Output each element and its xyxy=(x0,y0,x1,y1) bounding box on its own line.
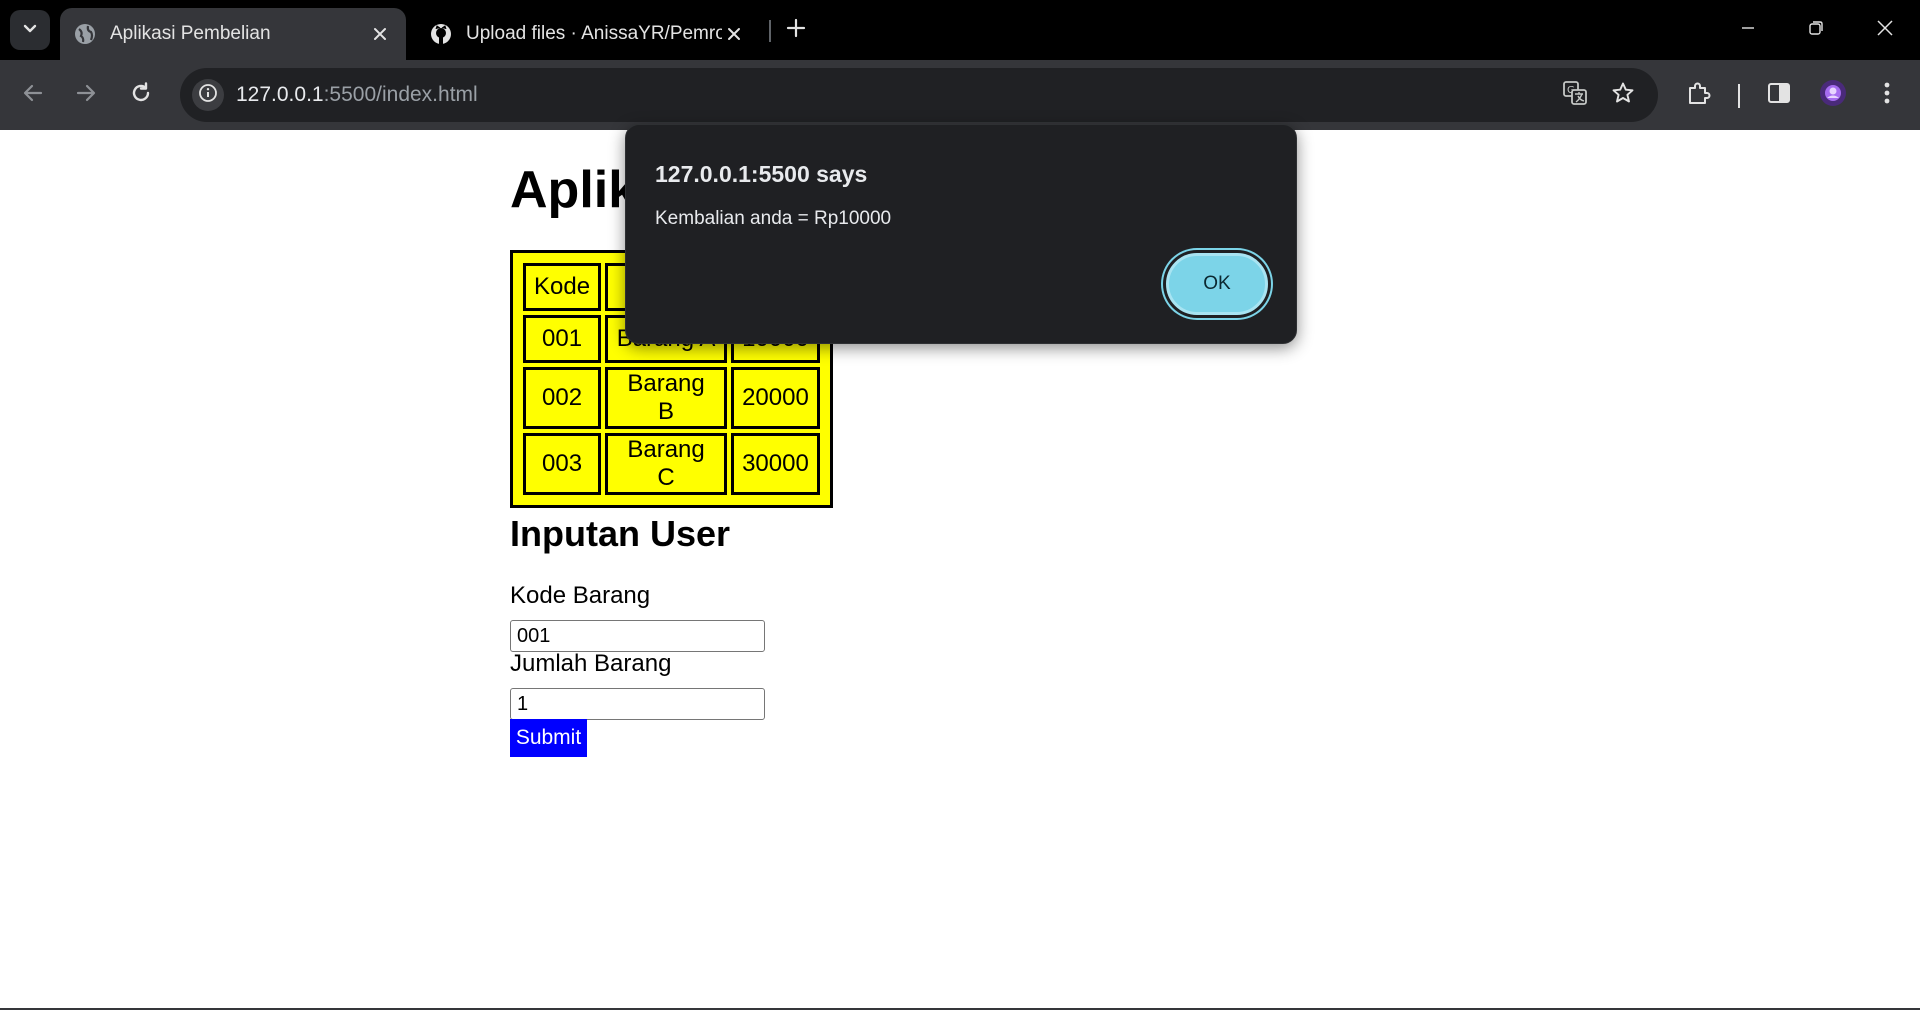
translate-icon: G xyxy=(1562,80,1588,111)
back-button[interactable] xyxy=(13,75,53,115)
info-icon xyxy=(198,83,218,108)
minimize-icon xyxy=(1740,20,1756,41)
url-path: :5500/index.html xyxy=(323,83,478,106)
table-cell: 20000 xyxy=(731,367,820,429)
browser-toolbar: 127.0.0.1:5500/index.html G xyxy=(0,60,1920,130)
tab-separator xyxy=(769,20,771,42)
url-text: 127.0.0.1:5500/index.html xyxy=(236,83,478,107)
dialog-message: Kembalian anda = Rp10000 xyxy=(655,208,892,229)
table-cell: 30000 xyxy=(731,433,820,495)
menu-button[interactable] xyxy=(1867,75,1907,115)
arrow-left-icon xyxy=(22,82,44,109)
new-tab-button[interactable] xyxy=(780,14,812,46)
dialog-title: 127.0.0.1:5500 says xyxy=(655,161,868,187)
globe-icon xyxy=(74,23,96,45)
tab-upload-files[interactable]: Upload files · AnissaYR/Pemrog xyxy=(416,8,760,60)
tab-strip: Aplikasi Pembelian Upload files · Anissa… xyxy=(0,0,1920,60)
minimize-button[interactable] xyxy=(1723,8,1773,52)
extensions-button[interactable] xyxy=(1679,75,1719,115)
table-cell: Barang C xyxy=(605,433,728,495)
close-icon[interactable] xyxy=(722,22,746,46)
kode-barang-label: Kode Barang xyxy=(510,582,651,609)
arrow-right-icon xyxy=(75,82,97,109)
jumlah-barang-input[interactable] xyxy=(510,688,765,720)
puzzle-icon xyxy=(1686,80,1712,111)
jumlah-barang-label: Jumlah Barang xyxy=(510,650,672,677)
reload-icon xyxy=(130,81,152,109)
site-info-button[interactable] xyxy=(192,79,224,111)
close-window-button[interactable] xyxy=(1860,8,1910,52)
tab-search-button[interactable] xyxy=(10,10,50,50)
page-title: Aplik xyxy=(510,161,638,219)
avatar xyxy=(1819,79,1847,112)
tab-title: Aplikasi Pembelian xyxy=(110,23,271,44)
table-cell: 001 xyxy=(523,315,602,363)
bookmark-button[interactable] xyxy=(1608,80,1638,110)
ok-button[interactable]: OK xyxy=(1166,253,1268,315)
close-icon xyxy=(1876,19,1894,42)
side-panel-button[interactable] xyxy=(1759,75,1799,115)
side-panel-icon xyxy=(1767,81,1791,110)
chevron-down-icon xyxy=(21,19,39,42)
tab-title: Upload files · AnissaYR/Pemrog xyxy=(466,23,722,44)
forward-button[interactable] xyxy=(66,75,106,115)
star-icon xyxy=(1611,81,1635,110)
table-cell: 002 xyxy=(523,367,602,429)
alert-dialog: 127.0.0.1:5500 says Kembalian anda = Rp1… xyxy=(625,124,1297,344)
table-row: 003 Barang C 30000 xyxy=(523,433,820,495)
profile-button[interactable] xyxy=(1813,75,1853,115)
tab-aplikasi-pembelian[interactable]: Aplikasi Pembelian xyxy=(60,8,406,60)
github-icon xyxy=(430,23,452,45)
table-row: 002 Barang B 20000 xyxy=(523,367,820,429)
kode-barang-input[interactable] xyxy=(510,620,765,652)
address-bar[interactable]: 127.0.0.1:5500/index.html G xyxy=(180,68,1658,122)
restore-button[interactable] xyxy=(1791,8,1841,52)
table-cell: Kode xyxy=(523,263,602,311)
more-vert-icon xyxy=(1883,81,1891,110)
section-title: Inputan User xyxy=(510,513,731,554)
close-icon[interactable] xyxy=(368,22,392,46)
reload-button[interactable] xyxy=(121,75,161,115)
restore-icon xyxy=(1808,20,1824,41)
toolbar-divider xyxy=(1738,84,1740,108)
plus-icon xyxy=(786,18,806,43)
table-cell: Barang B xyxy=(605,367,728,429)
submit-button[interactable]: Submit xyxy=(510,719,587,757)
translate-button[interactable]: G xyxy=(1560,80,1590,110)
table-cell: 003 xyxy=(523,433,602,495)
url-host: 127.0.0.1 xyxy=(236,83,324,106)
